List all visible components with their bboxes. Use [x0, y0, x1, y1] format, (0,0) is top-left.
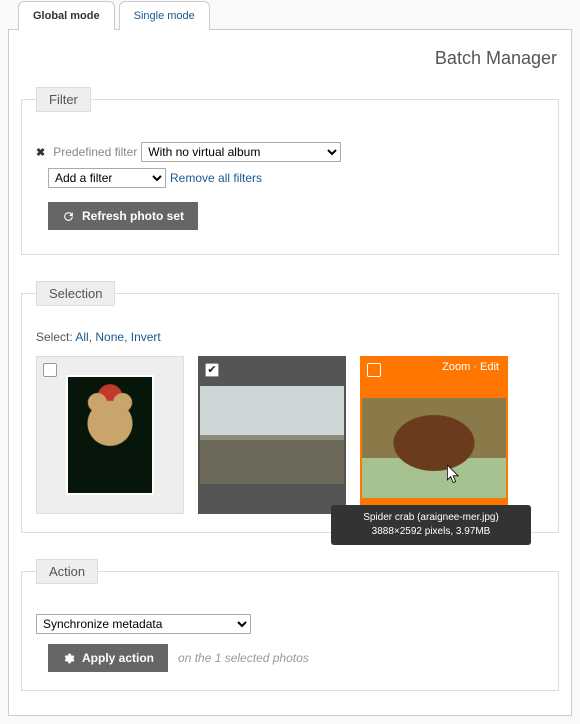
selection-legend: Selection	[36, 281, 115, 306]
thumbnail-item[interactable]	[36, 356, 184, 514]
thumbnail-checkbox[interactable]	[367, 363, 381, 377]
thumbnail-actions: Zoom · Edit	[442, 361, 499, 373]
thumbnail-image	[66, 375, 154, 495]
refresh-photo-set-button[interactable]: Refresh photo set	[48, 202, 198, 230]
tooltip-details: 3888×2592 pixels, 3.97MB	[339, 525, 523, 539]
thumbnail-item[interactable]	[198, 356, 346, 514]
select-all-link[interactable]: All	[75, 330, 88, 344]
select-links-row: Select: All, None, Invert	[36, 330, 544, 344]
thumbnail-checkbox[interactable]	[205, 363, 219, 377]
zoom-link[interactable]: Zoom	[442, 361, 470, 373]
filter-legend: Filter	[36, 87, 91, 112]
select-label: Select:	[36, 330, 73, 344]
thumbnail-grid: Zoom · Edit Spider crab (araignee-mer.jp…	[36, 356, 544, 514]
refresh-button-label: Refresh photo set	[82, 209, 184, 223]
thumbnail-checkbox[interactable]	[43, 363, 57, 377]
thumbnail-image	[362, 398, 506, 498]
selection-fieldset: Selection Select: All, None, Invert Zoom	[21, 281, 559, 533]
page-title: Batch Manager	[21, 48, 557, 69]
thumbnail-image	[200, 386, 344, 484]
mode-tabs: Global mode Single mode	[0, 0, 580, 29]
apply-action-button[interactable]: Apply action	[48, 644, 168, 672]
predefined-filter-label: Predefined filter	[53, 145, 137, 159]
remove-filter-icon[interactable]: ✖	[36, 146, 45, 159]
remove-all-filters-link[interactable]: Remove all filters	[170, 171, 262, 185]
tab-global-mode[interactable]: Global mode	[18, 1, 115, 30]
select-invert-link[interactable]: Invert	[131, 330, 161, 344]
edit-link[interactable]: Edit	[480, 361, 499, 373]
gear-icon	[62, 652, 75, 665]
tooltip-filename: Spider crab (araignee-mer.jpg)	[339, 511, 523, 525]
action-legend: Action	[36, 559, 98, 584]
thumbnail-tooltip: Spider crab (araignee-mer.jpg) 3888×2592…	[331, 505, 531, 545]
add-filter-select[interactable]: Add a filter	[48, 168, 166, 188]
action-fieldset: Action Synchronize metadata Apply action…	[21, 559, 559, 691]
refresh-icon	[62, 210, 75, 223]
tab-single-mode[interactable]: Single mode	[119, 1, 210, 30]
apply-button-label: Apply action	[82, 651, 154, 665]
apply-note: on the 1 selected photos	[178, 651, 309, 665]
filter-fieldset: Filter ✖ Predefined filter With no virtu…	[21, 87, 559, 255]
select-none-link[interactable]: None	[95, 330, 124, 344]
action-select[interactable]: Synchronize metadata	[36, 614, 251, 634]
predefined-filter-select[interactable]: With no virtual album	[141, 142, 341, 162]
thumbnail-item[interactable]: Zoom · Edit Spider crab (araignee-mer.jp…	[360, 356, 508, 514]
main-panel: Batch Manager Filter ✖ Predefined filter…	[8, 29, 572, 716]
